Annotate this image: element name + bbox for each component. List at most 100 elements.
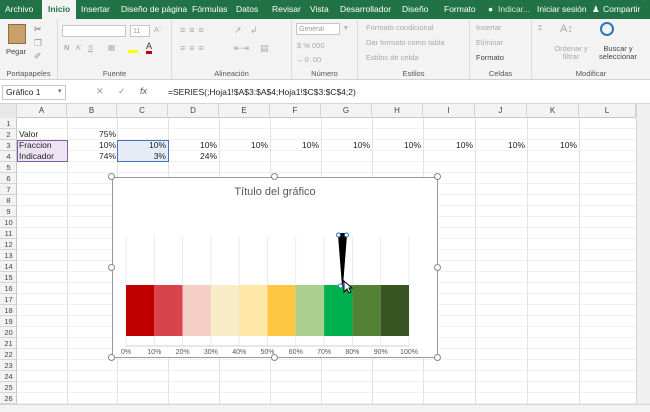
chart-indicator-needle[interactable]	[337, 234, 348, 287]
underline-icon[interactable]: S	[88, 43, 93, 52]
tab-datos[interactable]: Datos	[236, 0, 258, 19]
row-header-18[interactable]: 18	[0, 305, 17, 316]
tab-formulas[interactable]: Fórmulas	[192, 0, 227, 19]
fill-color-icon[interactable]	[128, 43, 138, 53]
paste-button[interactable]: Pegar	[6, 47, 26, 56]
decimal-icon[interactable]: ←0 .00	[297, 55, 321, 64]
cell-b4[interactable]: 74%	[67, 151, 116, 162]
font-size-select[interactable]: 11	[130, 25, 150, 37]
cell-f3[interactable]: 10%	[270, 140, 319, 151]
chart-segment-2[interactable]	[182, 285, 211, 336]
insert-function-icon[interactable]: fx	[140, 86, 147, 96]
bold-icon[interactable]: N	[64, 43, 69, 52]
cell-a3[interactable]: Fraccion	[19, 140, 52, 151]
row-header-25[interactable]: 25	[0, 382, 17, 393]
row-header-9[interactable]: 9	[0, 206, 17, 217]
chart-segment-8[interactable]	[352, 285, 381, 336]
row-header-26[interactable]: 26	[0, 393, 17, 404]
row-header-7[interactable]: 7	[0, 184, 17, 195]
resize-handle-br[interactable]	[434, 354, 441, 361]
row-header-4[interactable]: 4	[0, 151, 17, 162]
number-format-select[interactable]: General	[296, 23, 340, 35]
row-header-14[interactable]: 14	[0, 261, 17, 272]
resize-handle-mr[interactable]	[434, 264, 441, 271]
font-color-icon[interactable]: A	[146, 41, 153, 54]
column-header-j[interactable]: J	[475, 104, 527, 118]
resize-handle-tc[interactable]	[271, 173, 278, 180]
number-format-dropdown-icon[interactable]: ▾	[344, 23, 348, 32]
row-header-1[interactable]: 1	[0, 118, 17, 129]
wrap-text-icon[interactable]: ↲	[250, 25, 258, 36]
row-header-3[interactable]: 3	[0, 140, 17, 151]
enter-icon[interactable]: ✓	[118, 86, 126, 97]
font-grow-icon[interactable]: Aˆ	[154, 25, 162, 34]
tell-me-search[interactable]: Indicar...	[498, 0, 530, 19]
insert-cells-button[interactable]: Insertar	[476, 23, 501, 32]
row-header-13[interactable]: 13	[0, 250, 17, 261]
row-header-21[interactable]: 21	[0, 338, 17, 349]
italic-icon[interactable]: K	[76, 43, 81, 52]
name-box-dropdown-icon[interactable]: ▾	[58, 87, 62, 95]
column-header-g[interactable]: G	[321, 104, 372, 118]
row-header-20[interactable]: 20	[0, 327, 17, 338]
select-all-corner[interactable]	[0, 104, 17, 118]
sort-filter-button[interactable]: Ordenar y filtrar	[548, 45, 594, 61]
row-header-12[interactable]: 12	[0, 239, 17, 250]
tab-desarrollador[interactable]: Desarrollador	[340, 0, 391, 19]
resize-handle-bc[interactable]	[271, 354, 278, 361]
cell-j3[interactable]: 10%	[475, 140, 525, 151]
column-header-f[interactable]: F	[270, 104, 321, 118]
row-header-11[interactable]: 11	[0, 228, 17, 239]
chart-segment-5[interactable]	[267, 285, 296, 336]
chart-segment-6[interactable]	[295, 285, 325, 336]
merge-icon[interactable]: ▤	[260, 43, 269, 54]
formula-input[interactable]: =SERIES(;Hoja1!$A$3:$A$4;Hoja1!$C$3:$C$4…	[168, 85, 356, 100]
cell-b2[interactable]: 75%	[67, 129, 116, 140]
tab-inicio[interactable]: Inicio	[42, 0, 77, 19]
column-header-c[interactable]: C	[117, 104, 168, 118]
copy-icon[interactable]: ❐	[34, 38, 42, 49]
resize-handle-tr[interactable]	[434, 173, 441, 180]
tab-insertar[interactable]: Insertar	[81, 0, 110, 19]
format-as-table-button[interactable]: Dar formato como tabla	[366, 38, 444, 47]
resize-handle-tl[interactable]	[108, 173, 115, 180]
row-header-17[interactable]: 17	[0, 294, 17, 305]
row-header-16[interactable]: 16	[0, 283, 17, 294]
borders-icon[interactable]: ▦	[108, 43, 115, 52]
column-header-k[interactable]: K	[527, 104, 579, 118]
resize-handle-ml[interactable]	[108, 264, 115, 271]
cell-c4[interactable]: 3%	[117, 151, 166, 162]
format-painter-icon[interactable]: ✐	[34, 51, 42, 62]
cell-h3[interactable]: 10%	[372, 140, 421, 151]
column-header-d[interactable]: D	[168, 104, 219, 118]
cancel-icon[interactable]: ✕	[96, 86, 104, 97]
tab-vista[interactable]: Vista	[310, 0, 329, 19]
vertical-scrollbar[interactable]	[636, 104, 650, 404]
align-top-icon[interactable]: ≡≡≡	[180, 25, 208, 35]
sign-in-link[interactable]: Iniciar sesión	[537, 0, 587, 19]
search-icon[interactable]	[600, 22, 614, 36]
orientation-icon[interactable]: ↗	[234, 25, 242, 36]
row-header-19[interactable]: 19	[0, 316, 17, 327]
chart-segment-0[interactable]	[126, 285, 155, 336]
cut-icon[interactable]: ✂	[34, 24, 42, 35]
cell-e3[interactable]: 10%	[219, 140, 268, 151]
conditional-format-button[interactable]: Formato condicional	[366, 23, 434, 32]
row-header-6[interactable]: 6	[0, 173, 17, 184]
tab-diseno-pagina[interactable]: Diseño de página	[121, 0, 187, 19]
cell-c3[interactable]: 10%	[117, 140, 166, 151]
cell-d4[interactable]: 24%	[168, 151, 217, 162]
cell-b3[interactable]: 10%	[67, 140, 116, 151]
cell-d3[interactable]: 10%	[168, 140, 217, 151]
cell-styles-button[interactable]: Estilos de celda	[366, 53, 419, 62]
column-header-h[interactable]: H	[372, 104, 423, 118]
chart-object[interactable]: Título del gráfico 0% 10% 20% 30% 40% 50% 60% 7…	[112, 177, 438, 358]
share-button[interactable]: Compartir	[603, 0, 640, 19]
format-cells-button[interactable]: Formato	[476, 53, 504, 62]
row-header-8[interactable]: 8	[0, 195, 17, 206]
row-header-22[interactable]: 22	[0, 349, 17, 360]
row-header-10[interactable]: 10	[0, 217, 17, 228]
cell-a2[interactable]: Valor	[19, 129, 38, 140]
column-header-i[interactable]: I	[423, 104, 475, 118]
column-header-l[interactable]: L	[579, 104, 636, 118]
